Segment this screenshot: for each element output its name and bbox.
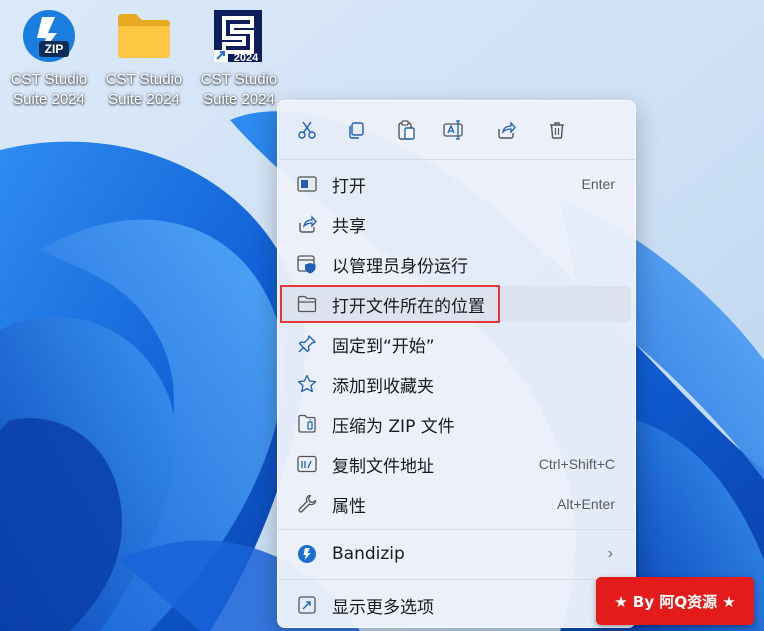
menu-item-shortcut: Ctrl+Shift+C xyxy=(538,456,615,472)
pin-icon xyxy=(296,333,318,355)
folder-open-icon xyxy=(296,293,318,315)
menu-item-shortcut: Enter xyxy=(581,176,615,192)
desktop-icon-label: CST Studio Suite 2024 xyxy=(10,71,88,108)
desktop-icon-zip[interactable]: ZIP CST Studio Suite 2024 xyxy=(3,8,95,112)
watermark-text: ★ By 阿Q资源 ★ xyxy=(614,592,736,611)
desktop-icon-label: CST Studio Suite 2024 xyxy=(200,71,278,108)
menu-item-share[interactable]: 共享 xyxy=(282,206,631,242)
context-menu: 打开 Enter 共享 以管理员身份运行 打开文件所在的位置 固定到“开始” 添… xyxy=(277,100,636,628)
menu-item-shortcut: Alt+Enter xyxy=(557,496,615,512)
share-button[interactable] xyxy=(489,115,523,145)
menu-item-label: 打开文件所在的位置 xyxy=(332,296,485,317)
more-options-icon xyxy=(296,594,318,616)
scissors-icon xyxy=(298,121,316,139)
menu-item-label: 以管理员身份运行 xyxy=(332,256,468,277)
menu-separator xyxy=(278,159,635,160)
open-window-icon xyxy=(296,173,318,195)
menu-item-label: 复制文件地址 xyxy=(332,456,434,477)
menu-item-label: 打开 xyxy=(332,176,366,197)
share-icon xyxy=(498,121,516,139)
menu-item-label: 共享 xyxy=(332,216,366,237)
copy-button[interactable] xyxy=(339,115,373,145)
delete-button[interactable] xyxy=(540,115,574,145)
folder-icon xyxy=(116,8,172,64)
menu-item-label: Bandizip xyxy=(332,544,405,564)
desktop-icon-folder[interactable]: CST Studio Suite 2024 xyxy=(98,8,190,112)
menu-item-properties[interactable]: 属性 Alt+Enter xyxy=(282,486,631,522)
menu-item-open-file-location[interactable]: 打开文件所在的位置 xyxy=(282,286,631,322)
menu-item-label: 压缩为 ZIP 文件 xyxy=(332,416,455,437)
watermark-badge: ★ By 阿Q资源 ★ xyxy=(596,577,754,625)
menu-item-bandizip[interactable]: Bandizip › xyxy=(282,536,631,572)
cst-app-shortcut-icon: 2024 xyxy=(211,8,267,64)
star-icon xyxy=(296,373,318,395)
wrench-icon xyxy=(296,493,318,515)
bandizip-icon xyxy=(296,543,318,565)
trash-icon xyxy=(550,122,564,139)
paste-icon xyxy=(398,120,415,140)
zip-file-icon xyxy=(296,413,318,435)
zip-badge-text: ZIP xyxy=(45,42,64,56)
menu-item-copy-path[interactable]: 复制文件地址 Ctrl+Shift+C xyxy=(282,446,631,482)
paste-button[interactable] xyxy=(389,115,423,145)
copy-icon xyxy=(349,122,364,139)
menu-item-add-to-favorites[interactable]: 添加到收藏夹 xyxy=(282,366,631,402)
menu-separator xyxy=(278,579,635,580)
desktop-icon-label: CST Studio Suite 2024 xyxy=(105,71,183,108)
menu-item-show-more-options[interactable]: 显示更多选项 xyxy=(282,587,631,623)
menu-item-pin-to-start[interactable]: 固定到“开始” xyxy=(282,326,631,362)
shield-admin-icon xyxy=(296,253,318,275)
menu-item-label: 显示更多选项 xyxy=(332,597,434,618)
context-menu-toolbar xyxy=(278,101,635,159)
cut-button[interactable] xyxy=(290,115,324,145)
menu-item-run-as-admin[interactable]: 以管理员身份运行 xyxy=(282,246,631,282)
menu-item-label: 固定到“开始” xyxy=(332,336,435,357)
menu-item-label: 添加到收藏夹 xyxy=(332,376,434,397)
rename-icon xyxy=(443,120,463,140)
menu-item-label: 属性 xyxy=(332,496,366,517)
menu-separator xyxy=(278,529,635,530)
copy-path-icon xyxy=(296,453,318,475)
share-icon xyxy=(296,213,318,235)
menu-item-compress-zip[interactable]: 压缩为 ZIP 文件 xyxy=(282,406,631,442)
menu-item-open[interactable]: 打开 Enter xyxy=(282,166,631,202)
chevron-right-icon: › xyxy=(607,545,613,562)
zip-archive-icon: ZIP xyxy=(21,8,77,64)
rename-button[interactable] xyxy=(438,115,472,145)
year-badge: 2024 xyxy=(234,52,259,64)
desktop-icon-cst-shortcut[interactable]: 2024 CST Studio Suite 2024 xyxy=(193,8,285,112)
